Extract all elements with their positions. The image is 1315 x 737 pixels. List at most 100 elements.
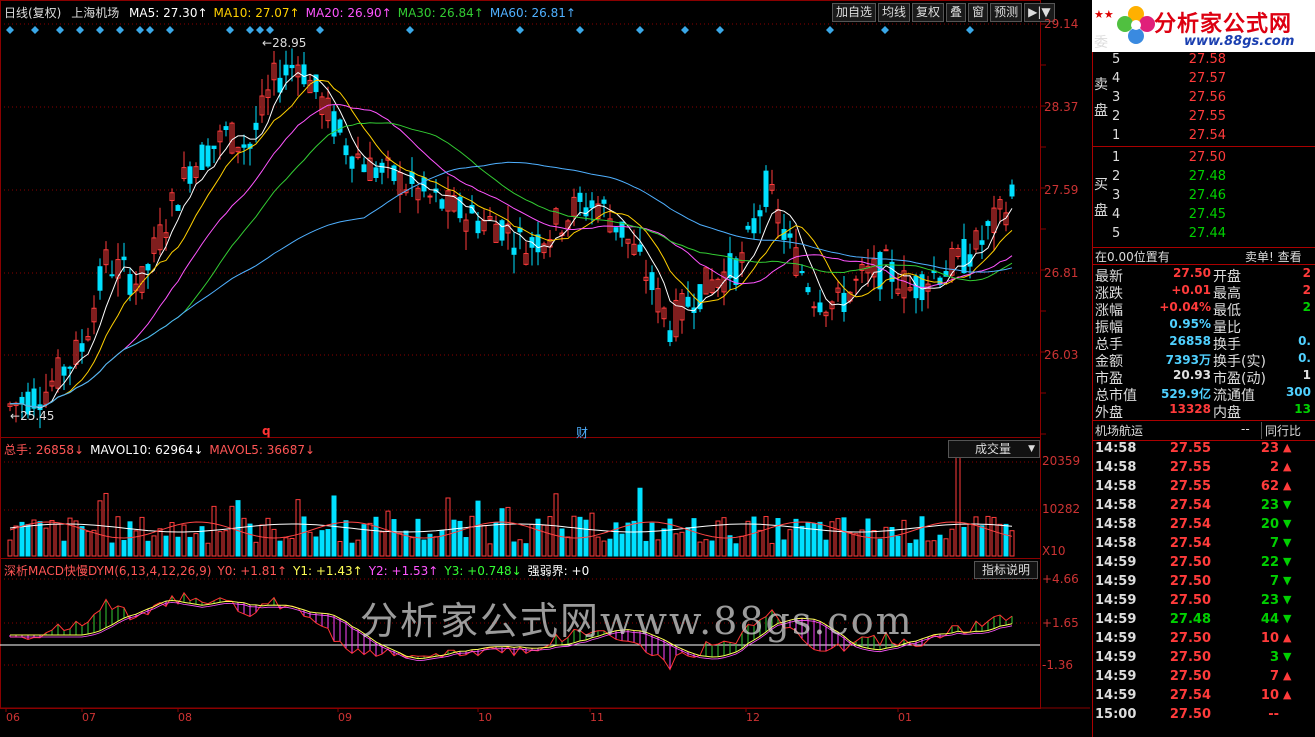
volume-bar: [451, 519, 457, 557]
tick-time: 14:58: [1095, 536, 1137, 551]
volume-axis-top: 20359: [1042, 454, 1081, 468]
quote-row: 总市值 529.9亿 流通值 300: [1095, 385, 1313, 404]
tick-volume: 62: [1260, 479, 1279, 494]
buy-level[interactable]: 5 27.44: [1112, 226, 1312, 245]
tick-volume: 23: [1260, 441, 1279, 456]
level-price: 27.54: [1188, 128, 1226, 143]
toolbar-button[interactable]: 加自选: [832, 3, 877, 22]
tick-time: 14:59: [1095, 669, 1137, 684]
volume-bar: [847, 532, 853, 557]
arrow-up-icon: ▲: [1283, 688, 1292, 701]
volume-bar: [919, 516, 925, 557]
volume-bar: [835, 518, 841, 557]
volume-bar: [595, 536, 601, 557]
candle-body: [187, 166, 193, 184]
price-axis-label: 27.59: [1044, 183, 1079, 197]
volume-bar: [19, 521, 25, 557]
finance-marker[interactable]: 财: [576, 424, 588, 441]
volume-bar: [55, 523, 61, 557]
tick-row: 14:59 27.50 22 ▼: [1095, 555, 1313, 574]
volume-bar: [781, 539, 787, 557]
sell-level[interactable]: 3 27.56: [1112, 90, 1312, 109]
candle-body: [211, 145, 217, 150]
level-price: 27.48: [1188, 169, 1226, 184]
volume-bar: [601, 540, 607, 557]
volume-bar: [133, 530, 139, 557]
toolbar-button[interactable]: 复权: [912, 3, 945, 22]
tick-volume: 2: [1269, 460, 1279, 475]
volume-bar: [49, 519, 55, 557]
indicator-help-button[interactable]: 指标说明: [974, 561, 1038, 579]
volume-unit: X10: [1042, 544, 1066, 558]
candle-body: [277, 77, 283, 93]
period-label[interactable]: 日线(复权): [4, 6, 61, 20]
toolbar-button[interactable]: 窗: [968, 3, 989, 22]
signal-diamond-marker: [256, 26, 264, 34]
volume-bar: [583, 519, 589, 557]
candle-body: [373, 167, 379, 179]
candle-body: [577, 192, 583, 202]
signal-diamond-marker: [226, 26, 234, 34]
volume-selector[interactable]: 成交量 ▼: [948, 440, 1040, 458]
volume-bar: [313, 536, 319, 557]
toolbar-button[interactable]: 叠: [946, 3, 967, 22]
sell-level[interactable]: 4 27.57: [1112, 71, 1312, 90]
tick-header-dash: --: [1241, 422, 1250, 436]
volume-bar: [343, 520, 349, 557]
peer-compare-tab[interactable]: 同行比: [1261, 422, 1301, 439]
tick-price: 27.54: [1169, 536, 1211, 551]
signal-diamond-marker: [56, 26, 64, 34]
signal-diamond-marker: [636, 26, 644, 34]
buy-level[interactable]: 4 27.45: [1112, 207, 1312, 226]
sell-level[interactable]: 2 27.55: [1112, 109, 1312, 128]
arrow-down-icon: ▼: [1283, 593, 1292, 606]
month-label: 01: [898, 711, 912, 724]
quote-row: 市盈 20.93 市盈(动) 1: [1095, 368, 1313, 387]
volume-bar: [205, 542, 211, 557]
volume-bar: [805, 521, 811, 557]
arrow-up-icon: ▲: [1283, 669, 1292, 682]
signal-diamond-marker: [116, 26, 124, 34]
arrow-up-icon: ▲: [1283, 479, 1292, 492]
volume-bar: [145, 540, 151, 557]
buy-level[interactable]: 1 27.50: [1112, 150, 1312, 169]
candle-body: [379, 162, 385, 173]
volume-bar: [373, 516, 379, 557]
tick-row: 14:59 27.50 10 ▲: [1095, 631, 1313, 650]
candle-body: [853, 278, 859, 281]
candle-body: [763, 170, 769, 207]
candle-body: [979, 240, 985, 245]
volume-bar: [991, 516, 997, 557]
status-left: 在0.00位置有: [1095, 250, 1170, 264]
volume-bar: [727, 535, 733, 557]
candle-body: [127, 274, 133, 295]
level-number: 2: [1112, 169, 1121, 184]
volume-legend-item: 总手: 26858↓: [4, 443, 85, 457]
buy-level[interactable]: 3 27.46: [1112, 188, 1312, 207]
ma-legend-item: MA10: 27.07↑: [213, 6, 300, 20]
volume-bar: [895, 535, 901, 557]
candle-body: [499, 220, 505, 241]
volume-bar: [211, 505, 217, 557]
volume-bar: [709, 540, 715, 557]
macd-legend: 深析MACD快慢DYM(6,13,4,12,26,9) Y0: +1.81↑ Y1:…: [4, 562, 595, 579]
toolbar-button[interactable]: 预测: [990, 3, 1023, 22]
volume-bar: [733, 543, 739, 557]
level-number: 5: [1112, 226, 1121, 241]
volume-bar: [757, 529, 763, 557]
buy-level[interactable]: 2 27.48: [1112, 169, 1312, 188]
candle-body: [67, 366, 73, 369]
volume-bar: [505, 506, 511, 557]
quote-value: +0.04%: [1159, 300, 1211, 314]
volume-bar: [823, 539, 829, 557]
signal-diamond-marker: [146, 26, 154, 34]
level-number: 2: [1112, 109, 1121, 124]
industry-label[interactable]: 机场航运: [1095, 422, 1143, 439]
sell-level[interactable]: 5 27.58: [1112, 52, 1312, 71]
sell-level[interactable]: 1 27.54: [1112, 128, 1312, 147]
status-right[interactable]: 卖单! 查看: [1245, 248, 1302, 265]
signal-diamond-marker: [681, 26, 689, 34]
toolbar-button[interactable]: 均线: [878, 3, 911, 22]
quote-value: 0.95%: [1169, 317, 1211, 331]
volume-bar: [37, 521, 43, 557]
